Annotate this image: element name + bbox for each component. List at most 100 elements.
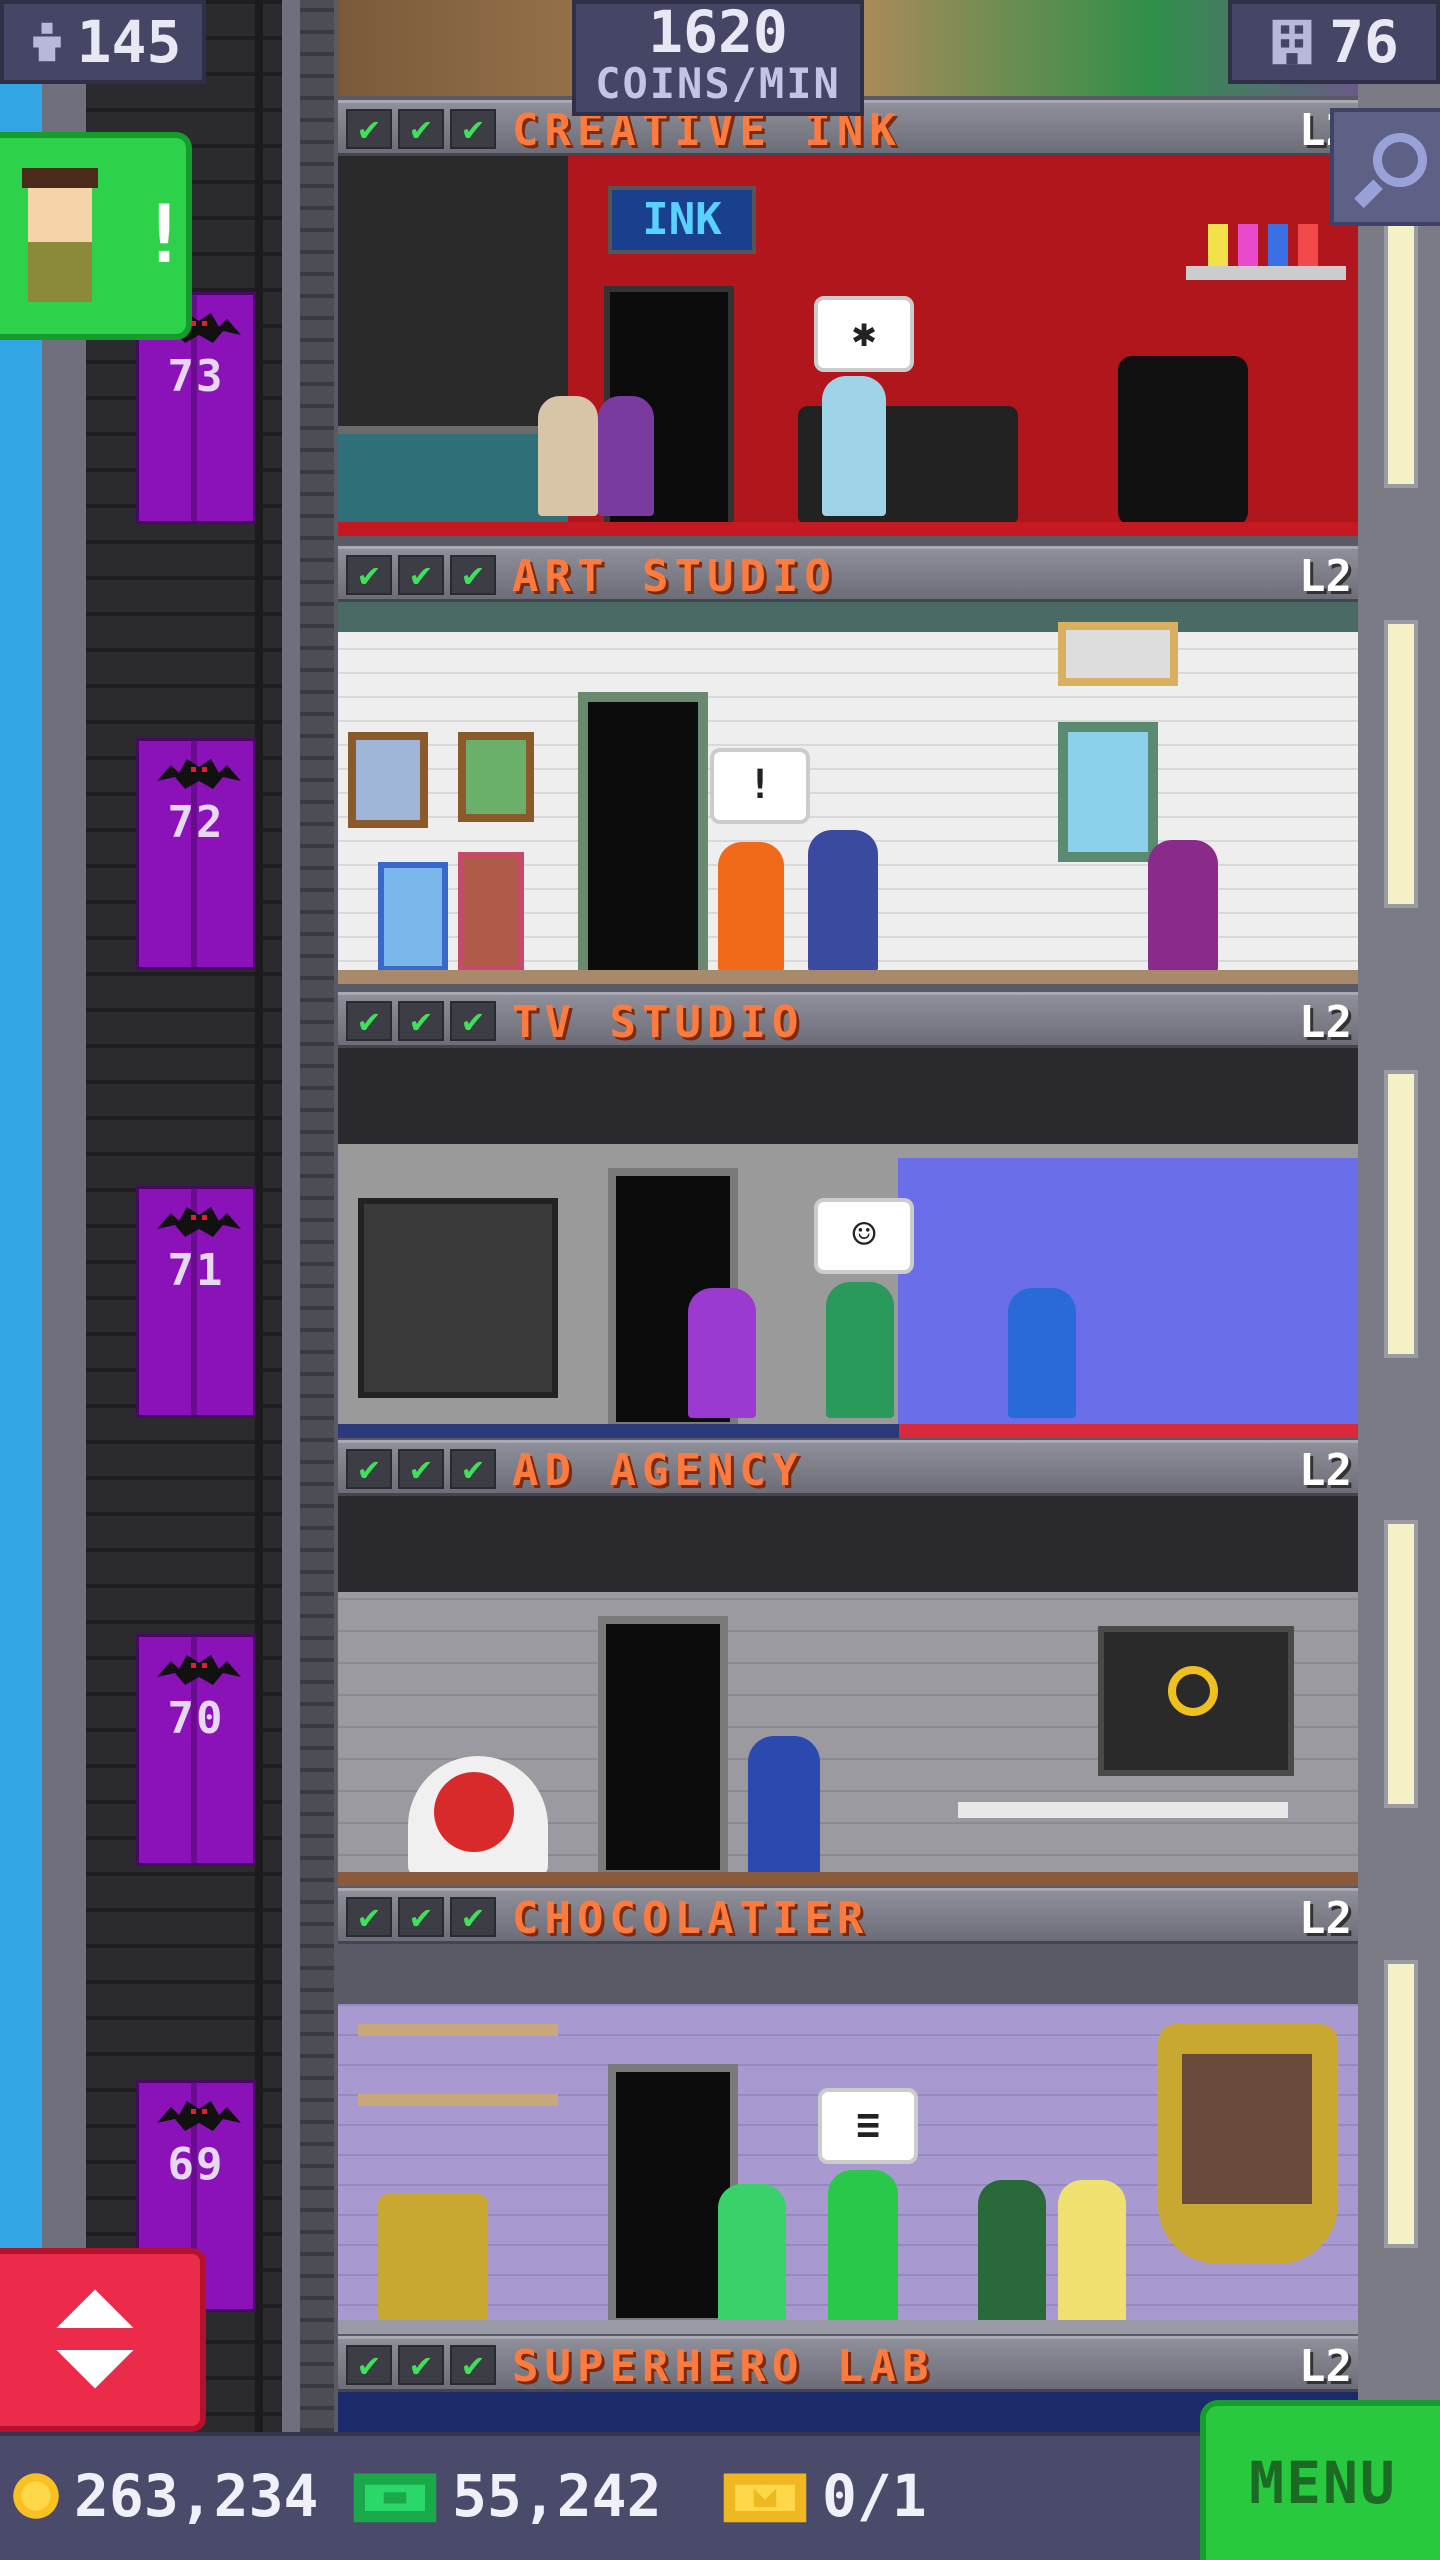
counter [338, 426, 568, 526]
bat-icon [157, 759, 241, 789]
room-floor-trim [338, 522, 1358, 536]
coins-per-minute-display: 1620 COINS/MIN [572, 0, 864, 116]
floor-level: L2 [1299, 1893, 1352, 1944]
room-creative-ink[interactable]: INK ✱ [338, 156, 1358, 536]
ceiling [338, 1048, 1358, 1144]
tickets-display[interactable]: 0/1 [720, 2462, 927, 2530]
person-tenant[interactable] [718, 2184, 786, 2324]
magnifier-icon [1354, 133, 1427, 209]
person-tenant[interactable] [688, 1288, 756, 1418]
elevator-button[interactable] [0, 2248, 206, 2432]
ceiling-rail [338, 602, 1358, 632]
floor-count-value: 76 [1329, 8, 1399, 76]
floor-name: SUPERHERO LAB [512, 2341, 935, 2392]
elevator-floor-number: 69 [167, 2139, 225, 2190]
tattoo-chair [1118, 356, 1248, 526]
person-tenant[interactable] [538, 396, 598, 516]
check-icon: ✔ [398, 2345, 444, 2385]
elevator-car[interactable]: 70 [136, 1634, 256, 1866]
window-light [1384, 620, 1418, 908]
check-icon: ✔ [450, 1897, 496, 1937]
meeting-table [958, 1802, 1288, 1818]
population-counter[interactable]: 145 [0, 0, 206, 84]
floor-level: L2 [1299, 997, 1352, 1048]
coins-per-min-label: COINS/MIN [595, 59, 841, 108]
floor-label-chocolatier[interactable]: ✔ ✔ ✔ CHOCOLATIER L2 [338, 1888, 1358, 1944]
elevator-floor-number: 70 [167, 1693, 225, 1744]
check-icon: ✔ [398, 1001, 444, 1041]
room-floor-trim [338, 2320, 1358, 2334]
check-icon: ✔ [398, 1449, 444, 1489]
check-icon: ✔ [346, 1449, 392, 1489]
person-tenant[interactable] [598, 396, 654, 516]
check-icon: ✔ [450, 1001, 496, 1041]
floor-counter[interactable]: 76 [1228, 0, 1440, 84]
person-tenant[interactable] [978, 2180, 1046, 2324]
painting [378, 862, 448, 972]
floor-level: L2 [1299, 551, 1352, 602]
check-icon: ✔ [398, 1897, 444, 1937]
floor-label-ad-agency[interactable]: ✔ ✔ ✔ AD AGENCY L2 [338, 1440, 1358, 1496]
room-floor-trim [338, 970, 1358, 984]
floor-label-superhero-lab[interactable]: ✔ ✔ ✔ SUPERHERO LAB L2 [338, 2336, 1358, 2392]
ring-icon [1168, 1666, 1218, 1716]
person-tenant[interactable] [718, 842, 784, 972]
floor-name: ART STUDIO [512, 551, 837, 602]
egg-chair-cushion [434, 1772, 514, 1852]
person-tenant[interactable] [828, 2170, 898, 2324]
building-icon [1272, 19, 1312, 65]
elevator-car[interactable]: 71 [136, 1186, 256, 1418]
window-light [1384, 1960, 1418, 2248]
floor-name: AD AGENCY [512, 1445, 805, 1496]
speech-bubble-money-icon: ≡ [818, 2088, 918, 2164]
person-tenant[interactable] [822, 376, 886, 516]
ceiling [338, 1496, 1358, 1592]
floor-level: L2 [1299, 2341, 1352, 2392]
tower-bux-icon [353, 2473, 437, 2523]
visitor-notification-button[interactable]: ! [0, 132, 192, 340]
population-value: 145 [76, 8, 182, 76]
room-chocolatier[interactable]: ≡ [338, 1944, 1358, 2334]
check-icon: ✔ [450, 2345, 496, 2385]
check-icon: ✔ [450, 555, 496, 595]
window-light [1384, 200, 1418, 488]
speech-bubble: ! [710, 748, 810, 824]
zoom-button[interactable] [1330, 108, 1440, 226]
room-floor-trim [338, 1424, 1358, 1438]
coins-display[interactable]: 263,234 [10, 2462, 318, 2530]
shelf [1186, 266, 1346, 280]
floor-label-art-studio[interactable]: ✔ ✔ ✔ ART STUDIO L2 [338, 546, 1358, 602]
menu-button[interactable]: MENU [1200, 2400, 1440, 2560]
painting [458, 852, 524, 972]
coins-value: 263,234 [74, 2462, 319, 2530]
check-icon: ✔ [346, 109, 392, 149]
room-art-studio[interactable]: ! [338, 602, 1358, 984]
room-tv-studio[interactable]: ☺ [338, 1048, 1358, 1438]
person-tenant[interactable] [1148, 840, 1218, 972]
person-tenant[interactable] [808, 830, 878, 972]
person-tenant[interactable] [826, 1282, 894, 1418]
elevator-floor-number: 71 [167, 1245, 225, 1296]
painting [1058, 622, 1178, 686]
person-tenant[interactable] [1008, 1288, 1076, 1418]
chocolate-pot [378, 2194, 488, 2324]
elevator-floor-number: 72 [167, 797, 225, 848]
person-tenant[interactable] [748, 1736, 820, 1876]
person-up-icon [32, 22, 61, 62]
bux-display[interactable]: 55,242 [350, 2462, 662, 2530]
window-light [1384, 1070, 1418, 1358]
elevator-car[interactable]: 72 [136, 738, 256, 970]
elevator-cable [255, 0, 263, 2560]
room-ad-agency[interactable] [338, 1496, 1358, 1886]
up-down-arrows-icon [56, 2289, 134, 2389]
person-tenant[interactable] [1058, 2180, 1126, 2324]
floor-label-tv-studio[interactable]: ✔ ✔ ✔ TV STUDIO L2 [338, 992, 1358, 1048]
check-icon: ✔ [346, 555, 392, 595]
tower-right-wall [1358, 0, 1440, 2460]
golden-ticket-icon [723, 2473, 807, 2523]
doorway [578, 692, 708, 982]
elevator-rail [300, 0, 334, 2560]
sky-strip [0, 0, 42, 2560]
doorway [598, 1616, 728, 1878]
check-icon: ✔ [450, 109, 496, 149]
